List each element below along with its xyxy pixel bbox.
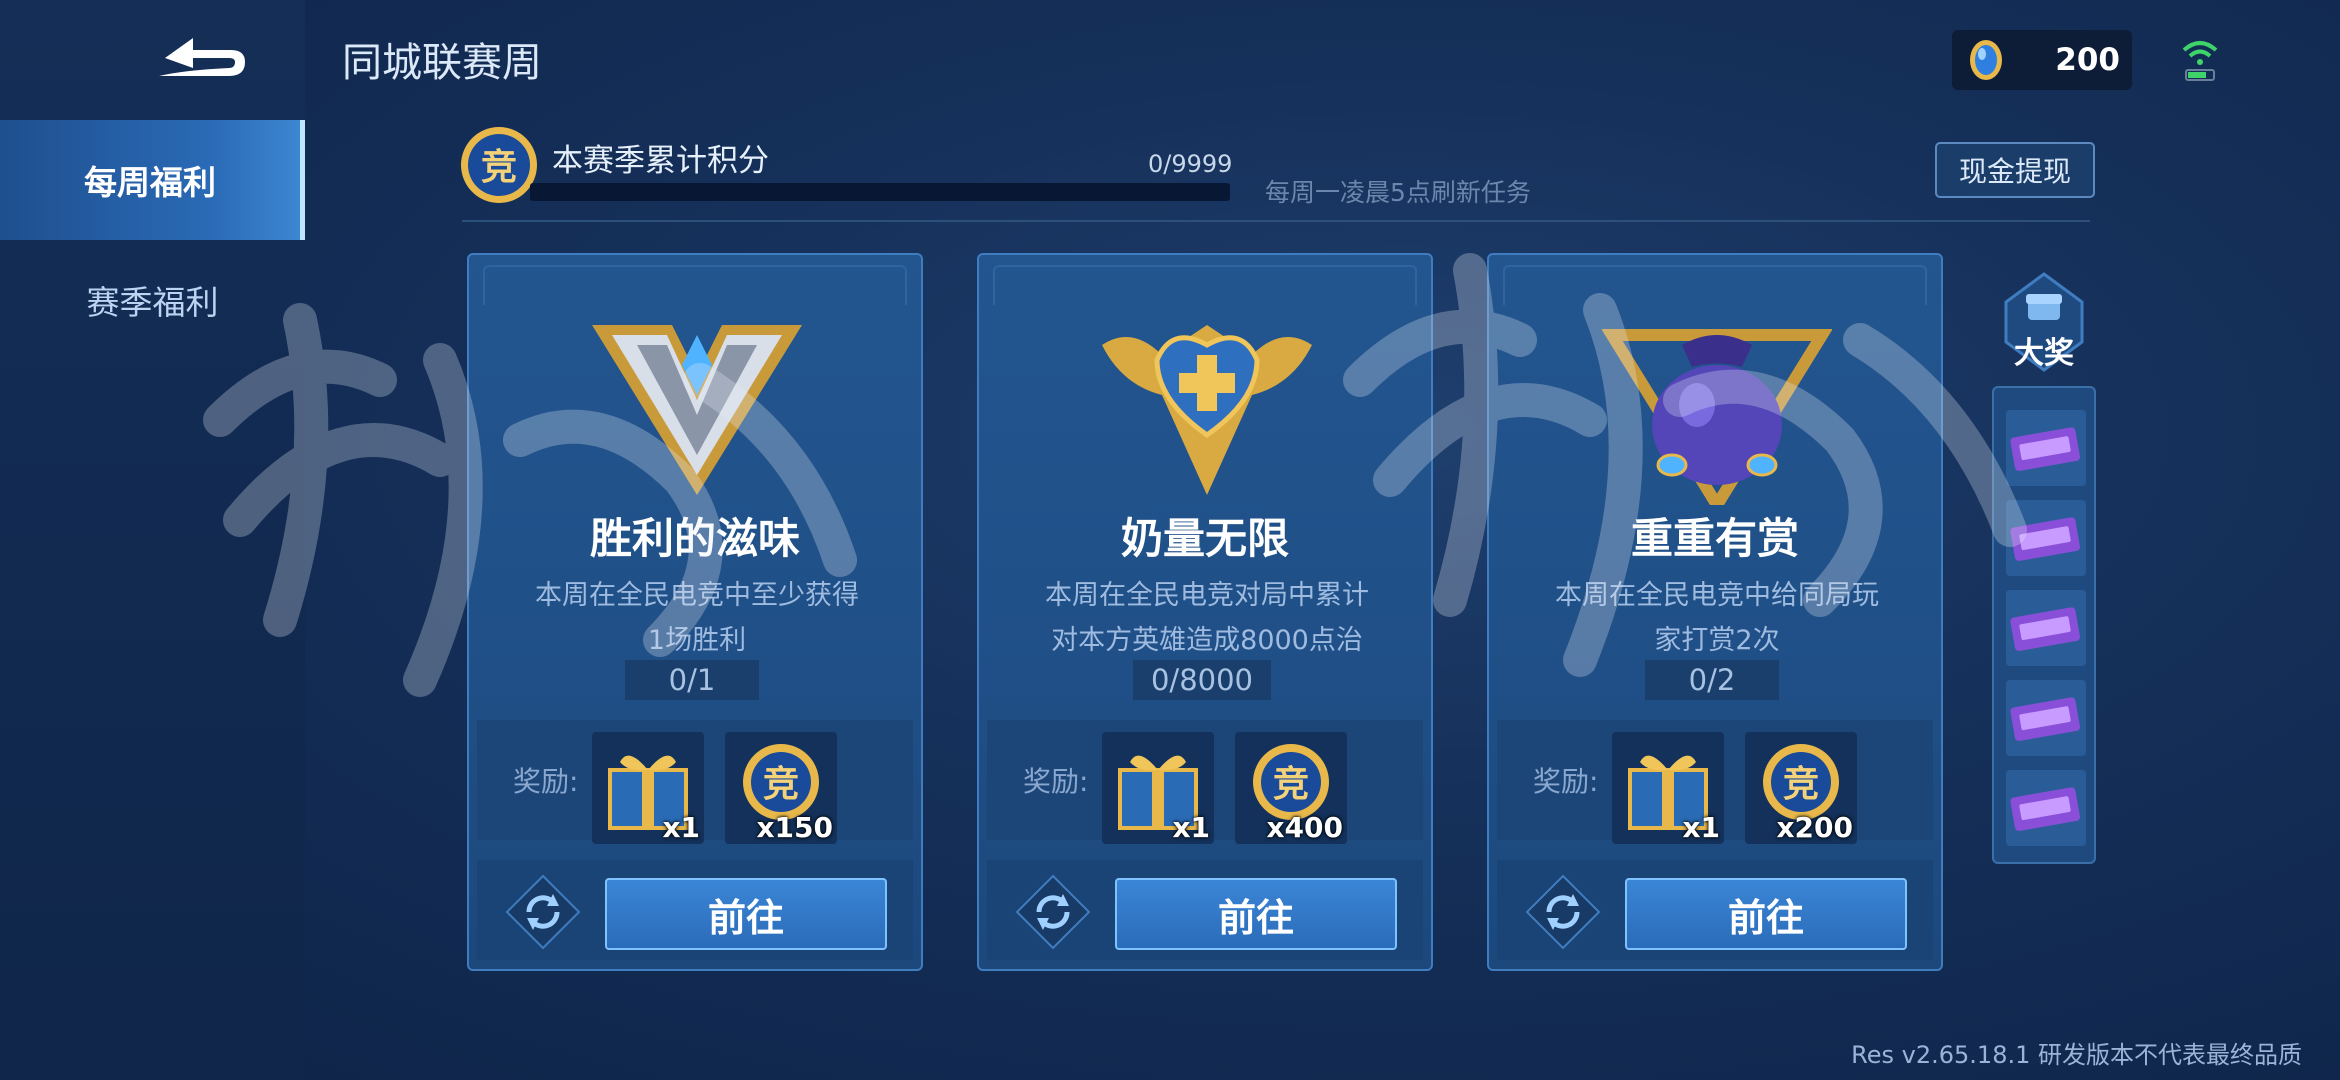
task-title: 胜利的滋味 <box>589 514 800 563</box>
victory-v-emblem-icon <box>592 325 802 495</box>
prize-ticket[interactable] <box>2006 770 2086 846</box>
reward-row: 奖励: x1 竞 x150 <box>477 720 913 844</box>
reward-item-gift[interactable]: x1 <box>1612 732 1724 844</box>
season-progress-text: 0/9999 <box>1148 150 1233 178</box>
reward-count: x1 <box>1172 811 1210 844</box>
season-points-label: 本赛季累计积分 <box>552 143 769 179</box>
task-card: 重重有赏 本周在全民电竞中给同局玩 家打赏2次 0/2 奖励: x1 竞 x20… <box>1487 253 1943 971</box>
coin-char: 竞 <box>1273 764 1309 805</box>
card-frame <box>1503 265 1927 305</box>
reward-label: 奖励: <box>1023 765 1089 798</box>
task-description-line: 本周在全民电竞中给同局玩 <box>1555 580 1879 611</box>
prize-ticket[interactable] <box>2006 590 2086 666</box>
page-title: 同城联赛周 <box>342 40 542 86</box>
reward-row: 奖励: x1 竞 x400 <box>987 720 1423 844</box>
refresh-icon[interactable] <box>505 874 581 950</box>
currency-display: 200 <box>1952 30 2132 90</box>
card-frame <box>993 265 1417 305</box>
card-footer: 前往 <box>477 860 913 960</box>
voucher-ticket-icon <box>2010 697 2081 741</box>
sidebar: 每周福利 赛季福利 <box>0 0 305 1080</box>
version-text: Res v2.65.18.1 研发版本不代表最终品质 <box>1851 1041 2302 1069</box>
voucher-ticket-icon <box>2010 427 2081 471</box>
reward-item-coin[interactable]: 竞 x400 <box>1235 732 1347 844</box>
heal-shield-emblem-icon <box>1102 325 1312 495</box>
task-progress: 0/1 <box>625 660 759 700</box>
back-arrow-icon[interactable] <box>145 30 255 85</box>
currency-value: 200 <box>2055 42 2120 78</box>
task-progress: 0/2 <box>1645 660 1779 700</box>
reward-bag-emblem-icon <box>1602 329 1832 505</box>
season-emblem-char: 竞 <box>481 147 517 188</box>
task-title: 奶量无限 <box>1120 514 1289 563</box>
sidebar-item-label: 每周福利 <box>84 163 216 202</box>
reward-label: 奖励: <box>513 765 579 798</box>
reward-row: 奖励: x1 竞 x200 <box>1497 720 1933 844</box>
card-footer: 前往 <box>987 860 1423 960</box>
reward-count: x1 <box>662 811 700 844</box>
task-title: 重重有赏 <box>1630 514 1799 563</box>
voucher-ticket-icon <box>2010 517 2081 561</box>
card-frame <box>483 265 907 305</box>
reward-count: x150 <box>756 811 833 844</box>
prize-ticket[interactable] <box>2006 410 2086 486</box>
reward-label: 奖励: <box>1533 765 1599 798</box>
crystal-currency-icon <box>1970 40 2002 80</box>
task-description-line: 家打赏2次 <box>1654 625 1780 656</box>
task-progress: 0/8000 <box>1133 660 1271 700</box>
task-description-line: 本周在全民电竞中至少获得 <box>535 580 859 611</box>
task-description: 本周在全民电竞中给同局玩 家打赏2次 <box>1519 573 1915 663</box>
go-button[interactable]: 前往 <box>605 878 887 950</box>
reward-item-gift[interactable]: x1 <box>1102 732 1214 844</box>
sidebar-item-weekly-benefits[interactable]: 每周福利 <box>0 120 305 240</box>
grand-prize-label: 大奖 <box>2014 336 2074 371</box>
reward-count: x1 <box>1682 811 1720 844</box>
season-points-emblem-icon: 竞 <box>461 127 537 203</box>
task-description-line: 1场胜利 <box>647 625 747 656</box>
prize-ticket[interactable] <box>2006 500 2086 576</box>
refresh-icon[interactable] <box>1015 874 1091 950</box>
task-description: 本周在全民电竞中至少获得 1场胜利 <box>499 573 895 663</box>
task-description: 本周在全民电竞对局中累计 对本方英雄造成8000点治 <box>1009 573 1405 663</box>
wifi-signal-icon <box>2182 41 2218 81</box>
grand-prize-list <box>1992 386 2096 864</box>
season-progress-bar <box>530 183 1230 201</box>
reward-item-gift[interactable]: x1 <box>592 732 704 844</box>
task-description-line: 对本方英雄造成8000点治 <box>1051 625 1363 656</box>
go-button[interactable]: 前往 <box>1115 878 1397 950</box>
prize-ticket[interactable] <box>2006 680 2086 756</box>
reward-count: x400 <box>1266 811 1343 844</box>
refresh-icon[interactable] <box>1525 874 1601 950</box>
cash-withdraw-button[interactable]: 现金提现 <box>1935 142 2095 198</box>
task-description-line: 本周在全民电竞对局中累计 <box>1045 580 1369 611</box>
task-card: 奶量无限 本周在全民电竞对局中累计 对本方英雄造成8000点治 0/8000 奖… <box>977 253 1433 971</box>
reward-item-coin[interactable]: 竞 x200 <box>1745 732 1857 844</box>
voucher-ticket-icon <box>2010 787 2081 831</box>
refresh-note: 每周一凌晨5点刷新任务 <box>1265 178 1531 207</box>
sidebar-item-label: 赛季福利 <box>86 283 219 322</box>
coin-char: 竞 <box>763 764 799 805</box>
voucher-ticket-icon <box>2010 607 2081 651</box>
coin-char: 竞 <box>1783 764 1819 805</box>
reward-item-coin[interactable]: 竞 x150 <box>725 732 837 844</box>
go-button[interactable]: 前往 <box>1625 878 1907 950</box>
card-footer: 前往 <box>1497 860 1933 960</box>
task-card: 胜利的滋味 本周在全民电竞中至少获得 1场胜利 0/1 奖励: x1 竞 x15… <box>467 253 923 971</box>
reward-count: x200 <box>1776 811 1853 844</box>
sidebar-item-season-benefits[interactable]: 赛季福利 <box>0 240 305 360</box>
divider <box>462 220 2090 222</box>
